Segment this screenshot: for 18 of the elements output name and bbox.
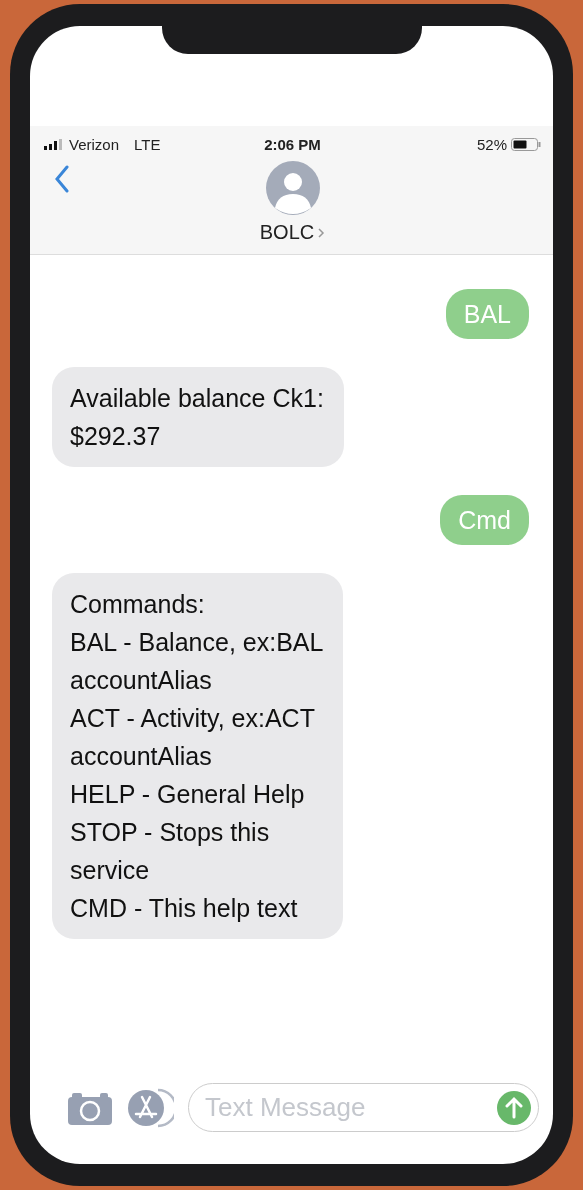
camera-icon[interactable] (68, 1090, 112, 1125)
chevron-icon (317, 226, 326, 239)
signal-icon (44, 139, 64, 150)
carrier-name: Verizon (69, 136, 120, 153)
message-input-field[interactable]: Text Message (188, 1083, 539, 1132)
sent-message-bubble: BAL (445, 289, 529, 339)
received-message-bubble: Available balance Ck1: $292.37 (52, 367, 344, 467)
battery-icon (511, 138, 541, 151)
battery-percent: 52% (476, 136, 507, 153)
sent-message-bubble: Cmd (440, 495, 529, 545)
status-time: 2:06 PM (264, 136, 321, 153)
received-message-bubble: Commands: BAL - Balance, ex:BAL accountAlias ACT - Activity, ex:ACT accountAlias HELP - General Help STOP - Stops this service CMD - This help text (52, 573, 344, 939)
back-icon[interactable] (54, 165, 70, 193)
send-icon[interactable] (497, 1090, 531, 1125)
contact-name[interactable]: BOLC (259, 221, 326, 244)
network-type: LTE (134, 136, 161, 153)
avatar-icon (265, 161, 320, 215)
app-store-icon[interactable] (126, 1087, 174, 1128)
